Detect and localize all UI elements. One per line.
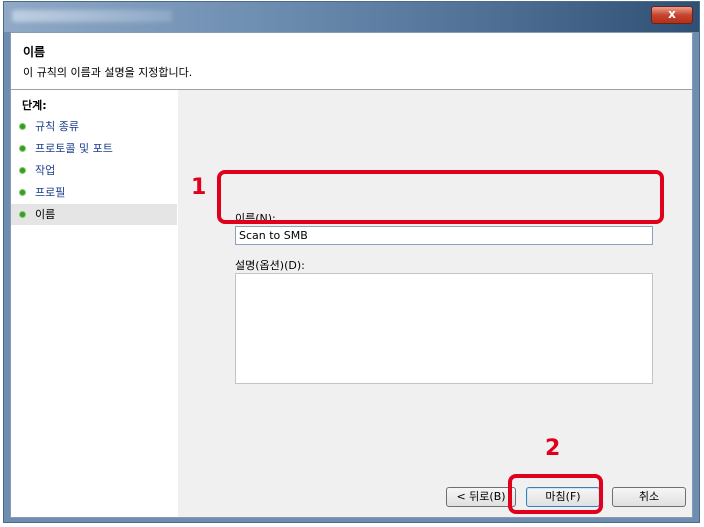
main-panel: 이름(N): 설명(옵션)(D): < 뒤로(B) 마침(F) 취소 — [178, 90, 692, 517]
cancel-button[interactable]: 취소 — [612, 487, 686, 507]
description-field-label: 설명(옵션)(D): — [235, 259, 305, 272]
close-button[interactable]: x — [651, 6, 693, 24]
finish-button[interactable]: 마침(F) — [526, 487, 600, 507]
step-label: 작업 — [35, 164, 56, 177]
dialog-window: x 이름 이 규칙의 이름과 설명을 지정합니다. 단계: 규칙 종류 프로토콜… — [3, 1, 700, 523]
name-field-label: 이름(N): — [235, 212, 276, 225]
step-profile[interactable]: 프로필 — [11, 182, 177, 203]
step-bullet-icon — [20, 212, 25, 217]
step-protocol-port[interactable]: 프로토콜 및 포트 — [11, 138, 177, 159]
steps-heading: 단계: — [22, 99, 47, 112]
step-label: 규칙 종류 — [35, 120, 79, 133]
title-bar[interactable]: x — [4, 2, 699, 32]
steps-sidebar: 단계: 규칙 종류 프로토콜 및 포트 작업 프로필 이름 — [11, 90, 177, 517]
step-label: 프로필 — [35, 186, 66, 199]
step-bullet-icon — [20, 190, 25, 195]
page-title: 이름 — [23, 45, 46, 59]
name-input[interactable] — [235, 226, 653, 245]
window-title-blurred — [12, 10, 172, 22]
callout-number-1: 1 — [191, 175, 207, 200]
step-label: 이름 — [35, 208, 56, 221]
step-label: 프로토콜 및 포트 — [35, 142, 113, 155]
description-textarea[interactable] — [235, 273, 653, 384]
step-name[interactable]: 이름 — [11, 204, 177, 225]
dialog-client-area: 이름 이 규칙의 이름과 설명을 지정합니다. 단계: 규칙 종류 프로토콜 및… — [10, 32, 693, 518]
callout-number-2: 2 — [545, 436, 561, 461]
page-header: 이름 이 규칙의 이름과 설명을 지정합니다. — [11, 33, 692, 90]
step-action[interactable]: 작업 — [11, 160, 177, 181]
step-bullet-icon — [20, 146, 25, 151]
page-description: 이 규칙의 이름과 설명을 지정합니다. — [23, 66, 193, 79]
step-bullet-icon — [20, 124, 25, 129]
step-rule-type[interactable]: 규칙 종류 — [11, 116, 177, 137]
back-button[interactable]: < 뒤로(B) — [446, 487, 516, 507]
step-bullet-icon — [20, 168, 25, 173]
